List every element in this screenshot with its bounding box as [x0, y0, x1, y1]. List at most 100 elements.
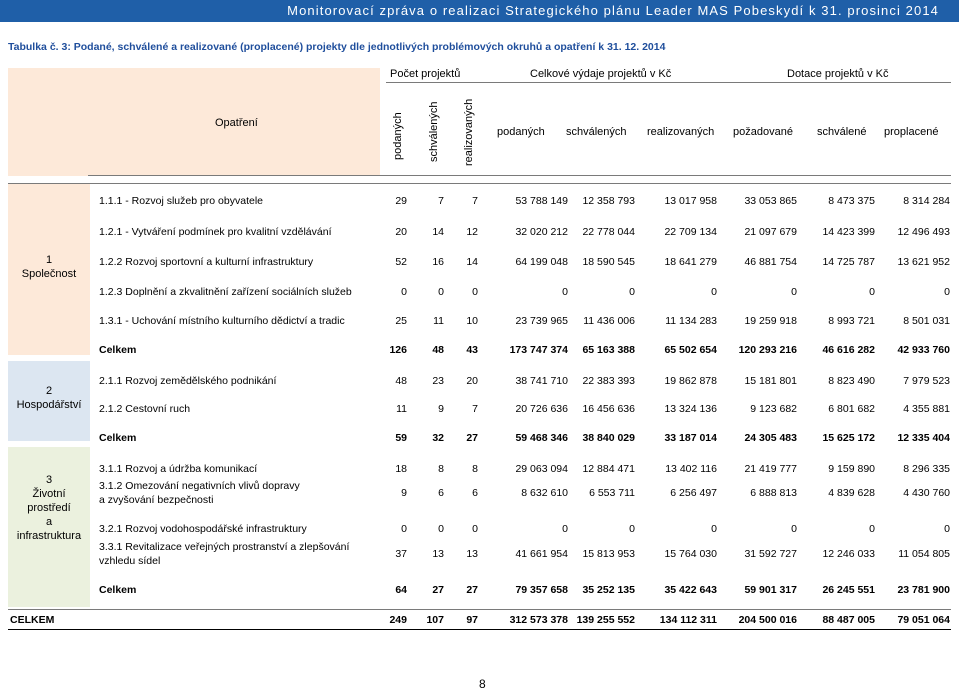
- header-group-costs: Celkové výdaje projektů v Kč: [530, 68, 672, 80]
- table-cell: 9: [438, 403, 444, 415]
- table-cell: 0: [562, 523, 568, 535]
- header-count-col: podaných: [392, 112, 404, 160]
- header-rule: [88, 175, 951, 176]
- table-cell: 6 801 682: [828, 403, 875, 415]
- subtotal-label: Celkem: [99, 344, 137, 356]
- subtotal-label: Celkem: [99, 432, 137, 444]
- grand-total-cell: 97: [466, 614, 478, 626]
- table-cell: 7 979 523: [903, 375, 950, 387]
- header-money-col: podaných: [497, 126, 545, 138]
- grand-total-cell: 312 573 378: [509, 614, 568, 626]
- grand-total-label: CELKEM: [10, 614, 55, 626]
- grand-total-cell: 139 255 552: [576, 614, 635, 626]
- group-label: 3: [45, 474, 53, 486]
- group-label: 1: [45, 254, 53, 266]
- table-cell: 19 862 878: [664, 375, 717, 387]
- grand-total-cell: 88 487 005: [822, 614, 875, 626]
- table-cell: 79 357 658: [515, 584, 568, 596]
- table-cell: 0: [401, 286, 407, 298]
- table-cell: 0: [438, 286, 444, 298]
- table-cell: 22 778 044: [582, 226, 635, 238]
- table-cell: 8 314 284: [903, 195, 950, 207]
- table-cell: 11: [433, 315, 444, 327]
- table-cell: 33 187 014: [664, 432, 717, 444]
- table-cell: 32: [432, 432, 444, 444]
- table-cell: 46 881 754: [744, 256, 797, 268]
- table-cell: 53 788 149: [515, 195, 568, 207]
- table-cell: 12 884 471: [582, 463, 635, 475]
- table-cell: 12 246 033: [822, 548, 875, 560]
- table-cell: 32 020 212: [515, 226, 568, 238]
- table-cell: 12: [466, 226, 478, 238]
- measure-name: a zvyšování bezpečnosti: [99, 494, 214, 506]
- table-caption: Tabulka č. 3: Podané, schválené a realiz…: [8, 41, 666, 53]
- table-cell: 38 840 029: [582, 432, 635, 444]
- table-cell: 7: [472, 195, 478, 207]
- table-cell: 11 134 283: [665, 315, 717, 327]
- table-cell: 7: [438, 195, 444, 207]
- table-cell: 0: [472, 286, 478, 298]
- total-rule-bottom: [8, 629, 951, 630]
- table-cell: 8 473 375: [828, 195, 875, 207]
- table-cell: 21 097 679: [744, 226, 797, 238]
- table-cell: 8: [472, 463, 478, 475]
- table-cell: 43: [466, 344, 478, 356]
- table-cell: 35 422 643: [664, 584, 717, 596]
- table-cell: 13 324 136: [664, 403, 717, 415]
- table-cell: 0: [869, 523, 875, 535]
- table-cell: 4 355 881: [903, 403, 950, 415]
- table-cell: 18: [395, 463, 407, 475]
- group-label: Společnost: [21, 268, 77, 280]
- table-cell: 0: [472, 523, 478, 535]
- grand-total-cell: 79 051 064: [897, 614, 950, 626]
- header-money-col: proplacené: [884, 126, 939, 138]
- table-cell: 9 159 890: [828, 463, 875, 475]
- table-cell: 12 335 404: [897, 432, 950, 444]
- table-cell: 9: [401, 487, 407, 499]
- measure-name: 2.1.1 Rozvoj zemědělského podnikání: [99, 375, 277, 387]
- table-cell: 46 616 282: [822, 344, 875, 356]
- table-cell: 59 468 346: [515, 432, 568, 444]
- table-cell: 13: [432, 548, 444, 560]
- total-rule-top: [8, 609, 951, 610]
- header-rule: [386, 82, 951, 83]
- table-cell: 11 436 006: [583, 315, 635, 327]
- table-cell: 31 592 727: [744, 548, 797, 560]
- table-cell: 14 725 787: [822, 256, 875, 268]
- header-count-col: schválených: [428, 101, 440, 162]
- table-cell: 14: [432, 226, 444, 238]
- table-cell: 37: [395, 548, 407, 560]
- table-cell: 33 053 865: [744, 195, 797, 207]
- table-cell: 18 590 545: [582, 256, 635, 268]
- table-cell: 59 901 317: [744, 584, 797, 596]
- table-cell: 15 813 953: [582, 548, 635, 560]
- table-cell: 42 933 760: [897, 344, 950, 356]
- table-cell: 8 501 031: [903, 315, 950, 327]
- table-cell: 0: [944, 286, 950, 298]
- measure-name: 1.2.3 Doplnění a zkvalitnění zařízení so…: [99, 286, 352, 298]
- table-cell: 14 423 399: [822, 226, 875, 238]
- table-cell: 48: [395, 375, 407, 387]
- table-cell: 38 741 710: [515, 375, 568, 387]
- table-cell: 48: [432, 344, 444, 356]
- table-cell: 15 764 030: [664, 548, 717, 560]
- grand-total-cell: 107: [426, 614, 444, 626]
- measure-name: 1.2.2 Rozvoj sportovní a kulturní infras…: [99, 256, 314, 268]
- header-money-col: realizovaných: [647, 126, 715, 138]
- table-cell: 26 245 551: [822, 584, 875, 596]
- table-cell: 18 641 279: [664, 256, 717, 268]
- table-cell: 64: [395, 584, 407, 596]
- group-label: 2: [45, 385, 53, 397]
- measure-name: 2.1.2 Cestovní ruch: [99, 403, 191, 415]
- table-cell: 13 017 958: [664, 195, 717, 207]
- header-money-col: požadované: [733, 126, 793, 138]
- table-cell: 25: [395, 315, 407, 327]
- table-cell: 0: [629, 523, 635, 535]
- table-cell: 20: [466, 375, 478, 387]
- table-cell: 29 063 094: [515, 463, 568, 475]
- table-cell: 65 163 388: [582, 344, 635, 356]
- table-cell: 0: [711, 286, 717, 298]
- measure-name: 1.2.1 - Vytváření podmínek pro kvalitní …: [99, 226, 332, 238]
- measure-name: vzhledu sídel: [99, 555, 161, 567]
- table-cell: 12 496 493: [897, 226, 950, 238]
